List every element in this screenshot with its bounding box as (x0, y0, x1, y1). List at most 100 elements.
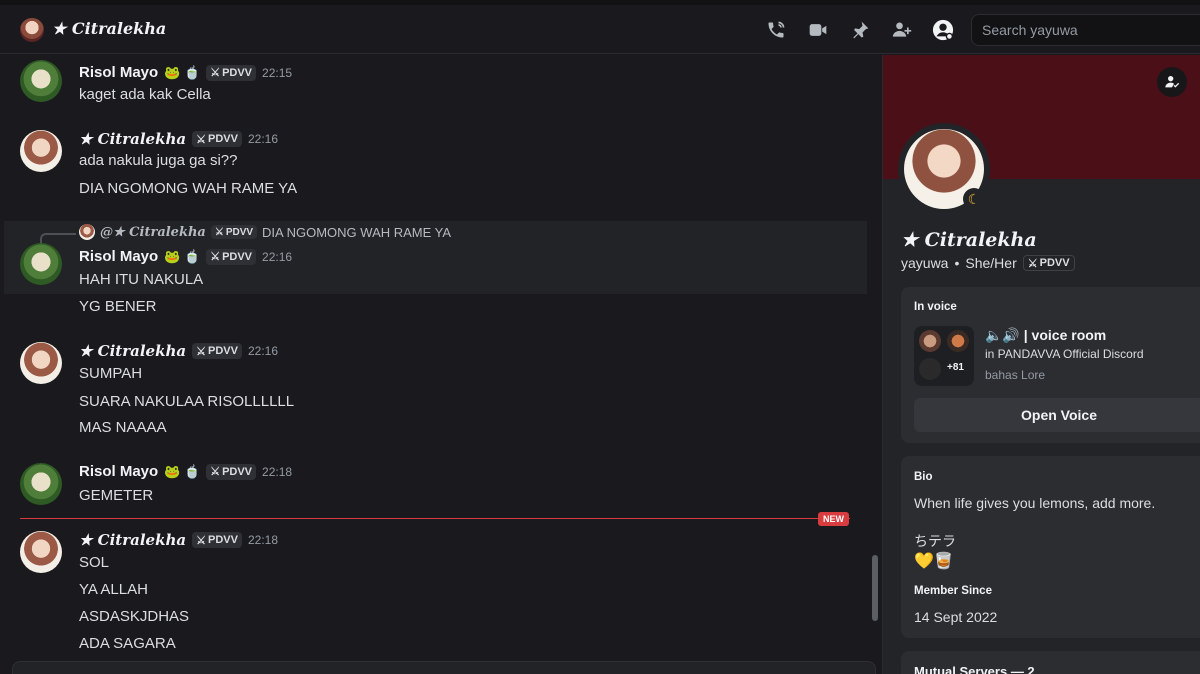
bio-card: Bio When life gives you lemons, add more… (901, 456, 1200, 638)
author-emojis: 🐸 🍵 (164, 248, 201, 264)
voice-server-name: in PANDAVVA Official Discord (985, 347, 1144, 361)
timestamp: 22:18 (262, 464, 293, 479)
avatar[interactable] (20, 130, 62, 172)
message-composer[interactable] (12, 661, 876, 674)
guild-tag[interactable]: ⚔ PDVV (192, 343, 242, 359)
participant-count: +81 (947, 362, 964, 373)
voice-room-name[interactable]: 🔈🔊 | voice room (985, 327, 1106, 344)
sword-icon: ⚔ (1027, 257, 1038, 270)
message-line: SUMPAH (79, 365, 143, 382)
separator-dot: • (954, 255, 960, 271)
reply-preview[interactable]: @★ Citralekha ⚔ PDVV DIA NGOMONG WAH RAME… (79, 224, 451, 240)
author-emojis: 🐸 🍵 (164, 64, 201, 80)
guild-tag[interactable]: ⚔ PDVV (1022, 255, 1075, 271)
reply-text: DIA NGOMONG WAH RAME YA (262, 224, 452, 240)
avatar[interactable] (20, 342, 62, 384)
guild-tag: ⚔ PDVV (210, 225, 258, 239)
message-line: kaget ada kak Cella (79, 86, 211, 103)
guild-tag-label: PDVV (208, 345, 238, 357)
message-line: HAH ITU NAKULA (79, 271, 204, 288)
message-line: YA ALLAH (79, 581, 148, 598)
mutual-servers-label: Mutual Servers — 2 (914, 664, 1035, 674)
member-since-title: Member Since (914, 585, 992, 597)
author-name[interactable]: Risol Mayo (79, 463, 158, 480)
message-author[interactable]: Risol Mayo 🐸 🍵 ⚔ PDVV 22:16 (79, 248, 292, 265)
bio-extra: ちテラ (914, 533, 956, 549)
timestamp: 22:16 (247, 344, 278, 358)
message-author[interactable]: Risol Mayo 🐸 🍵 ⚔ PDVV 22:15 (79, 64, 292, 81)
search-input[interactable] (971, 14, 1200, 46)
idle-status-icon: ☾ (963, 188, 985, 210)
in-voice-card: In voice +81 🔈🔊 | voice room in PANDAVVA… (901, 287, 1200, 443)
message-author[interactable]: Risol Mayo 🐸 🍵 ⚔ PDVV 22:18 (79, 463, 292, 480)
video-call-icon[interactable] (806, 18, 830, 42)
dm-title: ★ Citralekha (52, 19, 167, 38)
guild-tag-label: PDVV (1039, 257, 1070, 269)
reply-avatar (79, 224, 95, 240)
open-voice-button[interactable]: Open Voice (914, 398, 1200, 432)
voice-activity: bahas Lore (985, 368, 1046, 382)
message-line: GEMETER (79, 487, 154, 504)
sword-icon: ⚔ (210, 466, 221, 478)
sword-icon: ⚔ (196, 534, 206, 547)
author-name[interactable]: Risol Mayo (79, 248, 158, 265)
message-line: SOL (79, 554, 110, 571)
member-since-date: 14 Sept 2022 (914, 609, 998, 625)
message-line: ada nakula juga ga si?? (79, 152, 238, 169)
sword-icon: ⚔ (196, 133, 206, 146)
timestamp: 22:18 (247, 533, 278, 547)
dm-avatar[interactable] (20, 18, 44, 42)
participant-avatar (919, 358, 941, 380)
profile-username[interactable]: yayuwa (901, 255, 948, 271)
guild-tag[interactable]: ⚔ PDVV (192, 131, 242, 147)
message-author[interactable]: ★ Citralekha ⚔ PDVV 22:16 (79, 342, 278, 360)
profile-pronouns: She/Her (965, 255, 1017, 271)
mutual-servers-card[interactable]: Mutual Servers — 2 (901, 651, 1200, 674)
guild-tag-label: PDVV (208, 133, 238, 145)
avatar[interactable] (20, 531, 62, 573)
message-line: SUARA NAKULAA RISOLLLLLL (79, 393, 295, 410)
timestamp: 22:16 (262, 249, 293, 264)
reply-author[interactable]: @★ Citralekha (100, 225, 206, 240)
avatar[interactable] (20, 243, 62, 285)
guild-tag-label: PDVV (222, 465, 253, 478)
sword-icon: ⚔ (210, 67, 221, 79)
author-name[interactable]: ★ Citralekha (79, 531, 186, 549)
profile-panel: ☾ ★ Citralekha yayuwa • She/Her ⚔ PDVV In… (882, 55, 1200, 674)
guild-tag-label: PDVV (208, 534, 238, 546)
bio-title: Bio (914, 471, 933, 483)
chat-scrollbar[interactable] (872, 555, 878, 621)
author-emojis: 🐸 🍵 (164, 463, 201, 479)
author-name[interactable]: ★ Citralekha (79, 130, 186, 148)
guild-tag-label: PDVV (222, 66, 253, 79)
message-list: Risol Mayo 🐸 🍵 ⚔ PDVV 22:15 kaget ada kak… (0, 55, 882, 674)
channel-header: ★ Citralekha (0, 5, 1200, 54)
message-line: YG BENER (79, 298, 157, 315)
timestamp: 22:16 (247, 132, 278, 146)
view-profile-icon[interactable] (1157, 67, 1187, 97)
author-name[interactable]: ★ Citralekha (79, 342, 186, 360)
message-author[interactable]: ★ Citralekha ⚔ PDVV 22:18 (79, 531, 278, 549)
author-name[interactable]: Risol Mayo (79, 64, 158, 81)
profile-display-name: ★ Citralekha (901, 229, 1037, 251)
avatar[interactable] (20, 60, 62, 102)
guild-tag[interactable]: ⚔ PDVV (192, 532, 242, 548)
message-author[interactable]: ★ Citralekha ⚔ PDVV 22:16 (79, 130, 278, 148)
avatar[interactable] (20, 463, 62, 505)
user-profile-icon[interactable] (931, 18, 955, 42)
guild-tag[interactable]: ⚔ PDVV (206, 463, 257, 480)
participant-avatar (919, 330, 941, 352)
participant-avatar (947, 330, 969, 352)
guild-tag-label: PDVV (225, 226, 254, 238)
message-line: DIA NGOMONG WAH RAME YA (79, 180, 298, 197)
sword-icon: ⚔ (210, 251, 221, 263)
voice-participants[interactable]: +81 (914, 326, 974, 386)
new-messages-badge: NEW (818, 512, 849, 526)
guild-tag[interactable]: ⚔ PDVV (206, 64, 257, 81)
voice-call-icon[interactable] (764, 18, 788, 42)
pin-icon[interactable] (848, 18, 872, 42)
guild-tag[interactable]: ⚔ PDVV (206, 248, 257, 265)
add-friends-icon[interactable] (890, 18, 914, 42)
sword-icon: ⚔ (214, 226, 224, 238)
timestamp: 22:15 (262, 65, 293, 80)
